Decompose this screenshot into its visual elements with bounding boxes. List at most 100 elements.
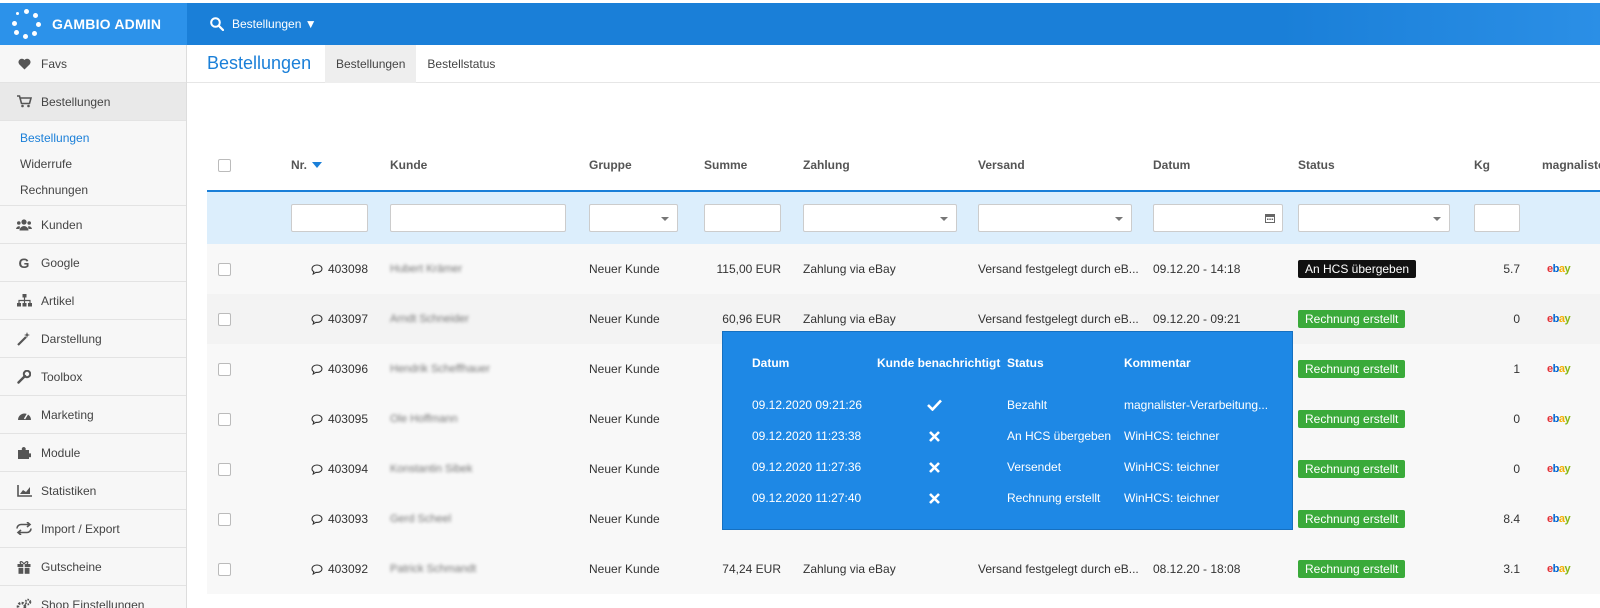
select-all-checkbox[interactable] bbox=[218, 158, 231, 172]
column-header-gruppe[interactable]: Gruppe bbox=[589, 140, 632, 190]
comment-icon bbox=[311, 563, 323, 575]
filter-versand-select[interactable] bbox=[978, 204, 1132, 232]
page-title: Bestellungen bbox=[207, 53, 312, 73]
filter-summe-input[interactable] bbox=[704, 204, 781, 232]
customer-group: Neuer Kunde bbox=[589, 462, 660, 476]
x-icon bbox=[926, 426, 942, 445]
row-checkbox[interactable] bbox=[218, 512, 231, 526]
brand[interactable]: GAMBIO ADMIN bbox=[0, 3, 187, 45]
filter-zahlung-select[interactable] bbox=[803, 204, 957, 232]
ebay-logo-icon: ebay bbox=[1547, 413, 1571, 425]
ebay-logo-icon: ebay bbox=[1547, 513, 1571, 525]
status-badge[interactable]: Rechnung erstellt bbox=[1298, 360, 1406, 378]
column-header-nr[interactable]: Nr. bbox=[291, 140, 323, 190]
sidebar-item-module[interactable]: Module bbox=[0, 434, 186, 472]
column-header-versand[interactable]: Versand bbox=[978, 140, 1025, 190]
table-row[interactable]: 403098 Hubert Krämer Neuer Kunde 115,00 … bbox=[207, 244, 1600, 294]
sidebar-submenu: Bestellungen Widerrufe Rechnungen bbox=[0, 121, 186, 206]
order-number[interactable]: 403092 bbox=[328, 562, 368, 576]
sidebar-item-kunden[interactable]: Kunden bbox=[0, 206, 186, 244]
column-header-status[interactable]: Status bbox=[1298, 140, 1335, 190]
customer-name[interactable]: Ole Hoffmann bbox=[390, 394, 458, 444]
status-badge[interactable]: Rechnung erstellt bbox=[1298, 560, 1406, 578]
search-icon bbox=[210, 17, 224, 31]
filter-nr-input[interactable] bbox=[291, 204, 368, 232]
history-row: 09.12.2020 09:21:26 Bezahlt magnalister-… bbox=[723, 395, 1292, 415]
sidebar-item-toolbox[interactable]: Toolbox bbox=[0, 358, 186, 396]
status-badge[interactable]: An HCS übergeben bbox=[1298, 260, 1417, 278]
row-checkbox[interactable] bbox=[218, 362, 231, 376]
sidebar-item-label: Statistiken bbox=[41, 483, 97, 498]
filter-datum-input[interactable] bbox=[1153, 204, 1283, 232]
tab-bestellungen[interactable]: Bestellungen bbox=[325, 44, 417, 83]
sidebar-item-artikel[interactable]: Artikel bbox=[0, 282, 186, 320]
chevron-down-icon bbox=[1115, 217, 1123, 221]
sidebar-item-label: Import / Export bbox=[41, 521, 120, 536]
status-badge[interactable]: Rechnung erstellt bbox=[1298, 410, 1406, 428]
customer-name[interactable]: Arndt Schneider bbox=[390, 294, 469, 344]
column-header-kg[interactable]: Kg bbox=[1474, 140, 1490, 190]
sidebar-item-bestellungen[interactable]: Bestellungen bbox=[0, 83, 186, 121]
sidebar-item-label: Favs bbox=[41, 56, 68, 71]
sidebar-item-statistiken[interactable]: Statistiken bbox=[0, 472, 186, 510]
history-comment: WinHCS: teichner bbox=[1124, 460, 1220, 474]
order-number[interactable]: 403097 bbox=[328, 312, 368, 326]
history-status: Rechnung erstellt bbox=[1007, 491, 1101, 505]
row-checkbox[interactable] bbox=[218, 462, 231, 476]
x-icon bbox=[926, 457, 942, 476]
sidebar-item-label: Module bbox=[41, 445, 81, 460]
cart-icon bbox=[16, 94, 32, 110]
sidebar-subitem-widerrufe[interactable]: Widerrufe bbox=[0, 151, 186, 177]
sidebar-item-darstellung[interactable]: Darstellung bbox=[0, 320, 186, 358]
customer-name[interactable]: Hubert Krämer bbox=[390, 244, 462, 294]
gambio-logo-icon bbox=[12, 9, 42, 39]
sidebar-item-marketing[interactable]: Marketing bbox=[0, 396, 186, 434]
status-badge[interactable]: Rechnung erstellt bbox=[1298, 310, 1406, 328]
row-checkbox[interactable] bbox=[218, 312, 231, 326]
sidebar-item-shop-einstellungen[interactable]: Shop Einstellungen bbox=[0, 586, 186, 608]
sidebar-item-label: Bestellungen bbox=[41, 94, 111, 109]
users-icon bbox=[16, 217, 32, 233]
customer-name[interactable]: Patrick Schmandt bbox=[390, 544, 476, 594]
search-dropdown[interactable]: Bestellungen ▼ bbox=[210, 3, 317, 45]
sidebar-item-label: Google bbox=[41, 255, 80, 270]
column-header-summe[interactable]: Summe bbox=[704, 140, 747, 190]
history-date: 09.12.2020 11:23:38 bbox=[752, 429, 862, 443]
order-number[interactable]: 403096 bbox=[328, 362, 368, 376]
sidebar-item-gutscheine[interactable]: Gutscheine bbox=[0, 548, 186, 586]
customer-name[interactable]: Hendrik Scheffhauer bbox=[390, 344, 490, 394]
ebay-logo-icon: ebay bbox=[1547, 563, 1571, 575]
sidebar-item-import-export[interactable]: Import / Export bbox=[0, 510, 186, 548]
customer-name[interactable]: Konstantin Sibek bbox=[390, 444, 473, 494]
status-badge[interactable]: Rechnung erstellt bbox=[1298, 460, 1406, 478]
weight: 8.4 bbox=[1503, 512, 1520, 526]
order-date: 08.12.20 - 18:08 bbox=[1153, 562, 1241, 576]
column-header-magnalister[interactable]: magnalister bbox=[1542, 140, 1600, 190]
filter-kunde-input[interactable] bbox=[390, 204, 566, 232]
status-badge[interactable]: Rechnung erstellt bbox=[1298, 510, 1406, 528]
customer-name[interactable]: Gerd Scheel bbox=[390, 494, 451, 544]
filter-gruppe-select[interactable] bbox=[589, 204, 678, 232]
row-checkbox[interactable] bbox=[218, 262, 231, 276]
tab-bestellstatus[interactable]: Bestellstatus bbox=[416, 45, 506, 83]
column-header-zahlung[interactable]: Zahlung bbox=[803, 140, 850, 190]
sidebar-item-favs[interactable]: Favs bbox=[0, 45, 186, 83]
order-number[interactable]: 403093 bbox=[328, 512, 368, 526]
filter-status-select[interactable] bbox=[1298, 204, 1450, 232]
sidebar-item-label: Artikel bbox=[41, 293, 75, 308]
column-header-kunde[interactable]: Kunde bbox=[390, 140, 427, 190]
table-row[interactable]: 403092 Patrick Schmandt Neuer Kunde 74,2… bbox=[207, 544, 1600, 594]
sidebar-item-google[interactable]: G Google bbox=[0, 244, 186, 282]
row-checkbox[interactable] bbox=[218, 562, 231, 576]
popup-header-status: Status bbox=[1007, 356, 1044, 370]
payment-method: Zahlung via eBay bbox=[803, 262, 896, 276]
filter-kg-input[interactable] bbox=[1474, 204, 1520, 232]
order-number[interactable]: 403098 bbox=[328, 262, 368, 276]
sidebar-subitem-bestellungen[interactable]: Bestellungen bbox=[0, 125, 186, 151]
column-header-datum[interactable]: Datum bbox=[1153, 140, 1190, 190]
sidebar-subitem-rechnungen[interactable]: Rechnungen bbox=[0, 177, 186, 203]
chevron-down-icon bbox=[661, 217, 669, 221]
row-checkbox[interactable] bbox=[218, 412, 231, 426]
order-number[interactable]: 403094 bbox=[328, 462, 368, 476]
order-number[interactable]: 403095 bbox=[328, 412, 368, 426]
